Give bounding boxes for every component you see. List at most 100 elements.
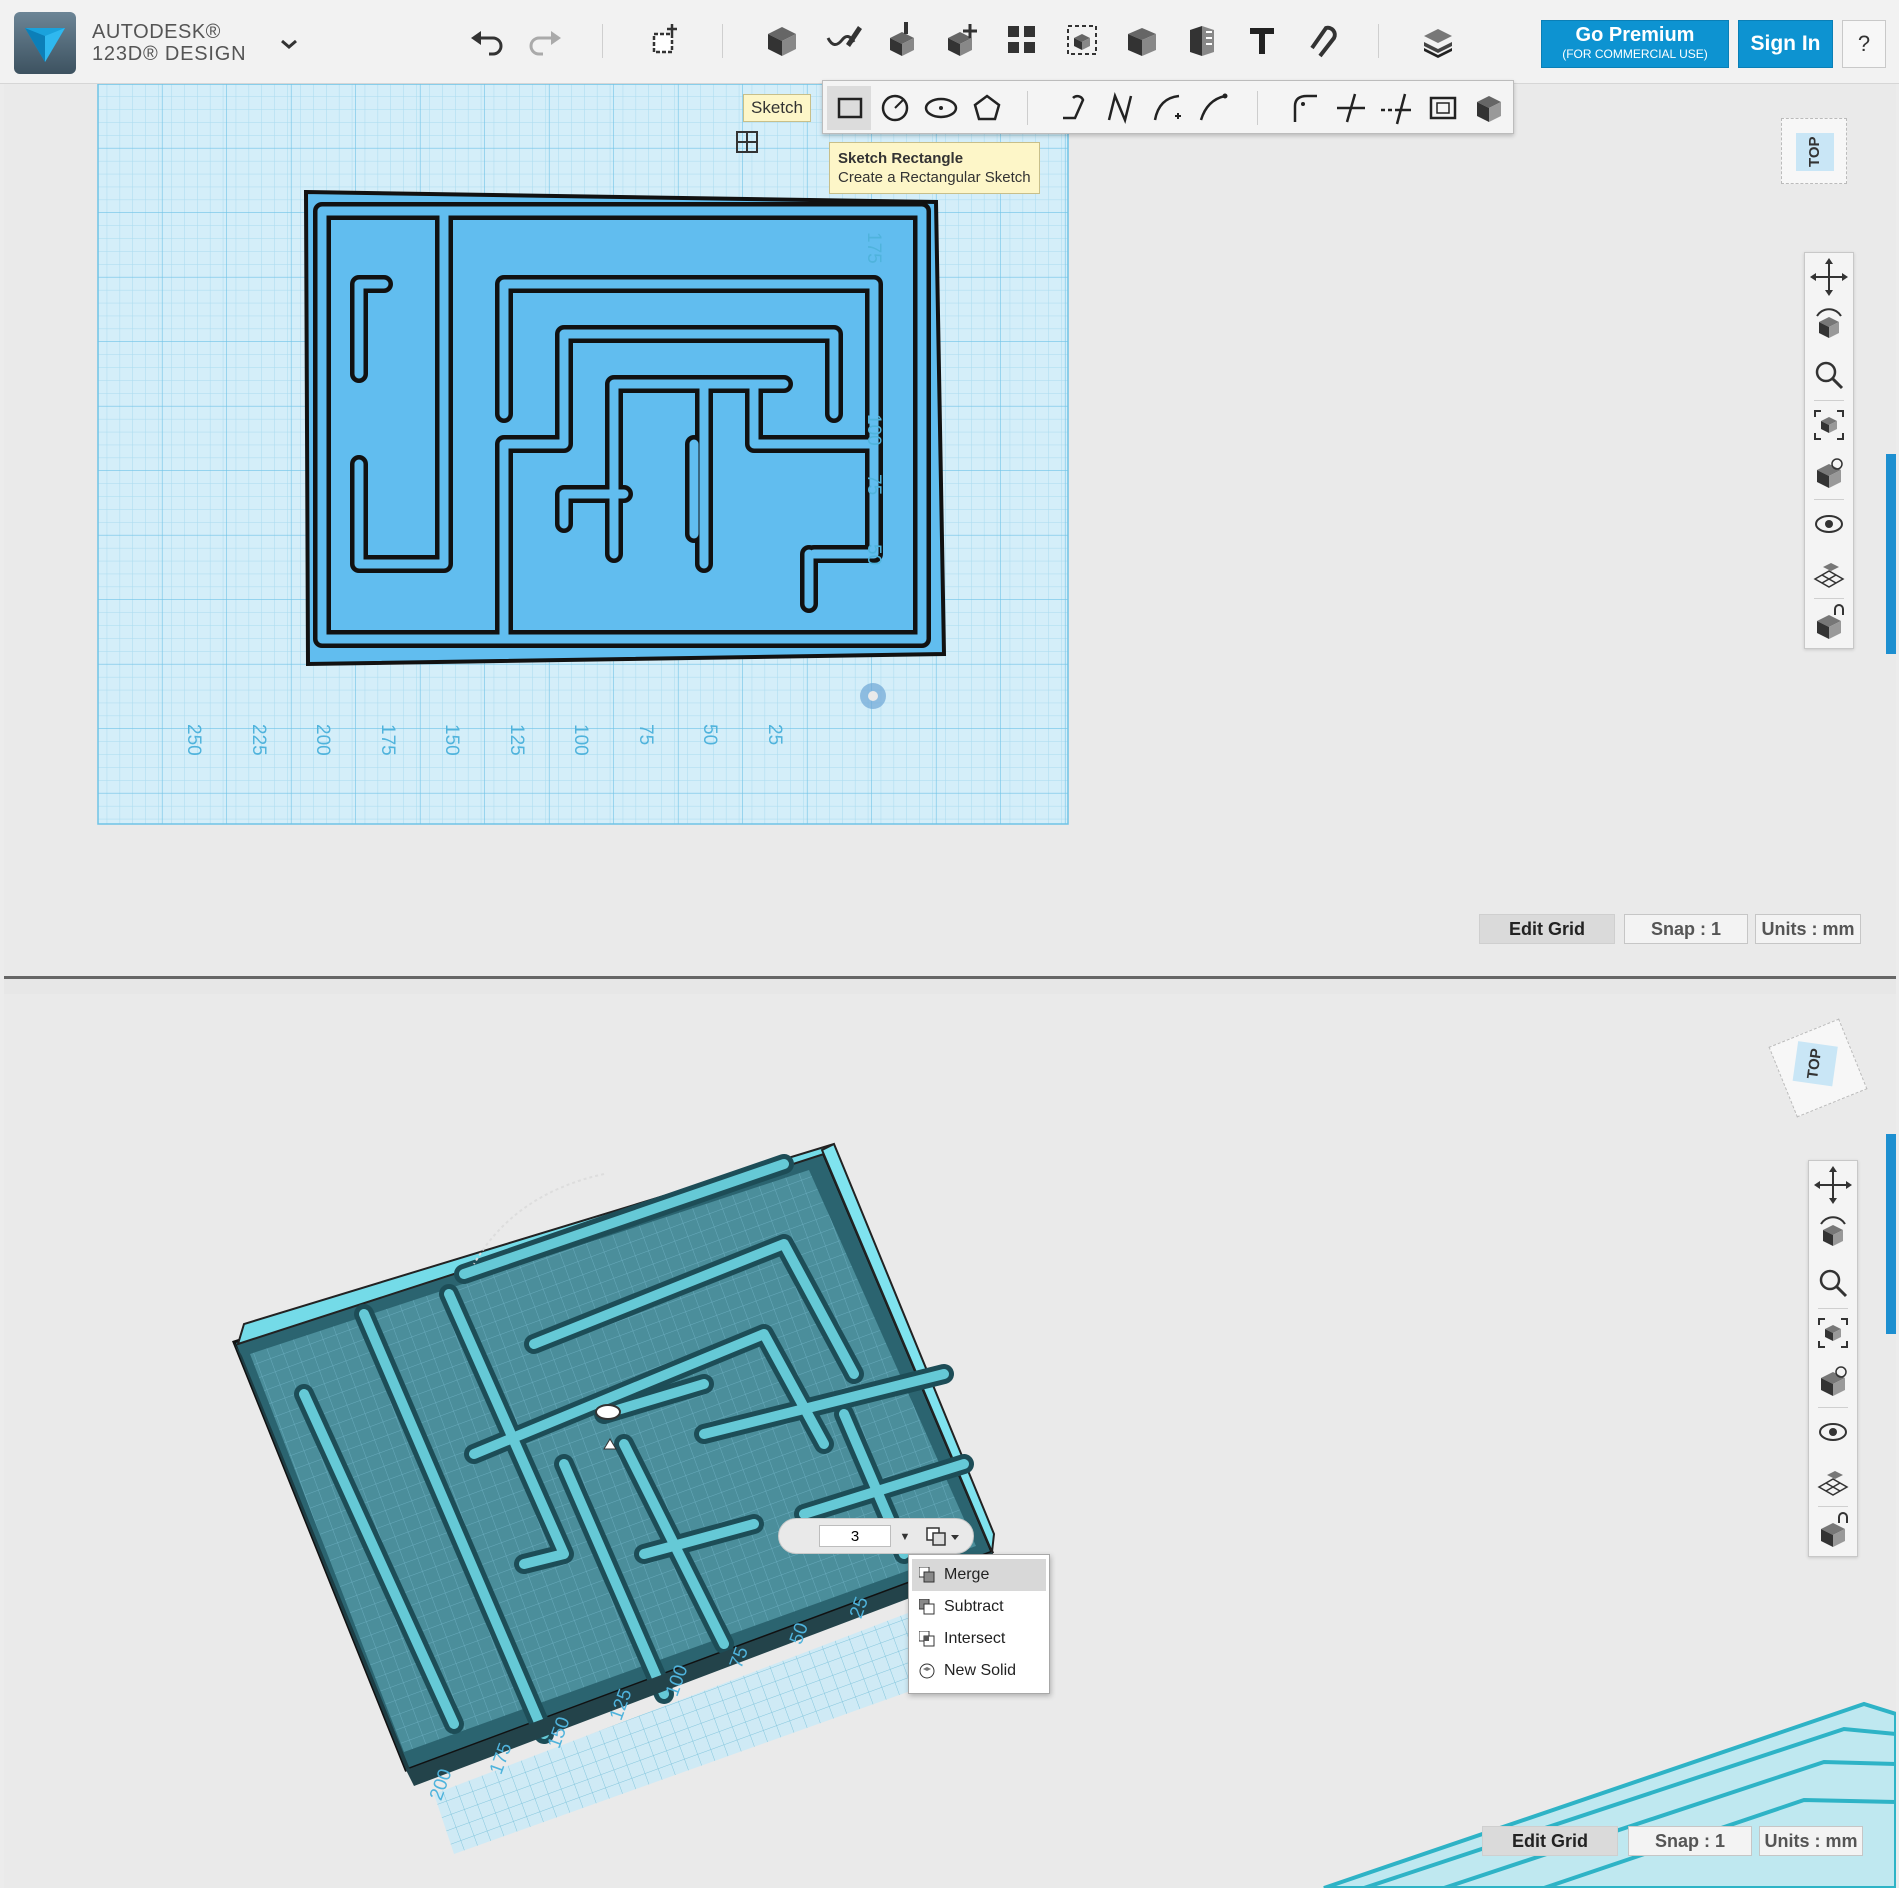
orbit-icon[interactable] (1809, 1210, 1857, 1259)
modify-icon[interactable] (940, 18, 984, 62)
grouping-icon[interactable] (1060, 18, 1104, 62)
pan-icon[interactable] (1809, 1161, 1857, 1210)
x-tick-label: 125 (505, 724, 527, 756)
viewport-bottom[interactable]: ▼ Merge Subtract Intersect New Solid TOP Ed… (4, 994, 1896, 1888)
extrude-distance-input[interactable] (819, 1525, 891, 1547)
zoom-icon[interactable] (1805, 351, 1853, 400)
pan-icon[interactable] (1805, 253, 1853, 302)
materials-icon[interactable] (1416, 18, 1460, 62)
operation-label: New Solid (944, 1662, 1017, 1679)
operation-icon (919, 1599, 935, 1615)
go-premium-button[interactable]: Go Premium (FOR COMMERCIAL USE) (1541, 20, 1729, 68)
view-cube-face[interactable]: TOP (1792, 1041, 1838, 1087)
operation-icon (919, 1567, 935, 1583)
snap-lock-icon[interactable] (1809, 1507, 1857, 1556)
sketch-ellipse-icon[interactable] (919, 86, 963, 130)
sketch-two-point-arc-icon[interactable] (1145, 86, 1189, 130)
pattern-icon[interactable] (1000, 18, 1044, 62)
chevron-down-icon[interactable]: ▼ (896, 1527, 914, 1547)
x-tick-label: 200 (312, 724, 333, 756)
sketch-circle-icon[interactable] (873, 86, 917, 130)
project-icon[interactable] (1467, 86, 1511, 130)
snap-selector[interactable]: Snap : 1 (1628, 1826, 1752, 1856)
sketch-spline-icon[interactable] (1099, 86, 1143, 130)
orbit-icon[interactable] (1805, 302, 1853, 351)
panel-edge-tab[interactable] (1886, 1134, 1896, 1334)
sketch-flyout-toolbar (822, 80, 1514, 134)
text-icon[interactable] (1240, 18, 1284, 62)
fit-icon[interactable] (1805, 401, 1853, 450)
app-logo[interactable] (14, 12, 76, 74)
units-selector[interactable]: Units : mm (1759, 1826, 1863, 1856)
sketch-tooltip: Sketch (743, 94, 811, 122)
view-cube-face[interactable]: TOP (1796, 133, 1834, 171)
navigation-bar (1804, 252, 1854, 649)
fillet-icon[interactable] (1283, 86, 1327, 130)
premium-sublabel: (FOR COMMERCIAL USE) (1562, 47, 1708, 61)
transform-icon[interactable] (642, 18, 686, 62)
edit-grid-button[interactable]: Edit Grid (1482, 1826, 1618, 1856)
y-tick-label: 50 (863, 544, 884, 566)
hint-description: Create a Rectangular Sketch (838, 169, 1031, 186)
help-button[interactable]: ? (1842, 20, 1886, 68)
grid-material-icon[interactable] (1809, 1457, 1857, 1506)
operation-label: Subtract (944, 1598, 1004, 1615)
operation-icon (919, 1631, 935, 1647)
x-tick-label: 50 (699, 724, 720, 746)
x-tick-label: 75 (634, 724, 656, 746)
y-tick-label: 75 (863, 474, 884, 496)
edit-grid-button[interactable]: Edit Grid (1479, 914, 1615, 944)
x-tick-label: 25 (763, 724, 785, 746)
sketch-rectangle-icon[interactable] (827, 86, 871, 130)
operation-subtract[interactable]: Subtract (912, 1591, 1046, 1623)
extend-icon[interactable] (1375, 86, 1419, 130)
snap-selector[interactable]: Snap : 1 (1624, 914, 1748, 944)
sign-in-button[interactable]: Sign In (1738, 20, 1833, 68)
trim-icon[interactable] (1329, 86, 1373, 130)
operation-intersect[interactable]: Intersect (912, 1623, 1046, 1655)
sketch-icon[interactable] (820, 18, 864, 62)
view-cube-icon[interactable] (1805, 450, 1853, 499)
undo-icon[interactable] (465, 18, 509, 62)
brand-line1: AUTODESK® (92, 21, 221, 43)
view-cube-icon[interactable] (1809, 1358, 1857, 1407)
operation-label: Intersect (944, 1630, 1006, 1647)
snap-icon[interactable] (1298, 18, 1342, 62)
construct-icon[interactable] (880, 18, 924, 62)
measure-icon[interactable] (1180, 18, 1224, 62)
offset-icon[interactable] (1421, 86, 1465, 130)
x-tick-label: 100 (570, 724, 591, 756)
brand-line2: 123D® DESIGN (92, 43, 247, 65)
panel-edge-tab[interactable] (1886, 454, 1896, 654)
x-tick-label: 175 (376, 724, 398, 756)
sketch-polygon-icon[interactable] (965, 86, 1009, 130)
zoom-icon[interactable] (1809, 1259, 1857, 1308)
sketch-polyline-icon[interactable] (1053, 86, 1097, 130)
snap-lock-icon[interactable] (1805, 599, 1853, 648)
viewport-top[interactable]: TOP Edit Grid Snap : 1 Units : mm 250 225… (4, 84, 1896, 976)
operation-merge[interactable]: Merge (912, 1559, 1046, 1591)
primitives-icon[interactable] (760, 18, 804, 62)
y-tick-label: 175 (863, 232, 884, 264)
chevron-down-icon[interactable] (276, 34, 302, 54)
navigation-bar (1808, 1160, 1858, 1557)
view-cube[interactable]: TOP (1781, 118, 1847, 184)
visibility-icon[interactable] (1809, 1408, 1857, 1457)
grid-material-icon[interactable] (1805, 549, 1853, 598)
perspective-canvas[interactable] (4, 994, 1896, 1888)
operation-new-solid[interactable]: New Solid (912, 1655, 1046, 1687)
visibility-icon[interactable] (1805, 500, 1853, 549)
extrude-distance-widget: ▼ (778, 1518, 974, 1554)
combine-icon[interactable] (1120, 18, 1164, 62)
manipulator-handle (595, 1404, 621, 1420)
viewport-splitter[interactable] (4, 976, 1896, 994)
sketch-grid-canvas[interactable] (4, 84, 1896, 976)
units-selector[interactable]: Units : mm (1755, 914, 1861, 944)
fit-icon[interactable] (1809, 1309, 1857, 1358)
x-tick-label: 225 (247, 724, 269, 756)
operation-icon (919, 1663, 935, 1679)
redo-icon[interactable] (523, 18, 567, 62)
combine-operation-button[interactable] (921, 1524, 965, 1550)
premium-label: Go Premium (1575, 24, 1695, 46)
sketch-three-point-arc-icon[interactable] (1191, 86, 1235, 130)
